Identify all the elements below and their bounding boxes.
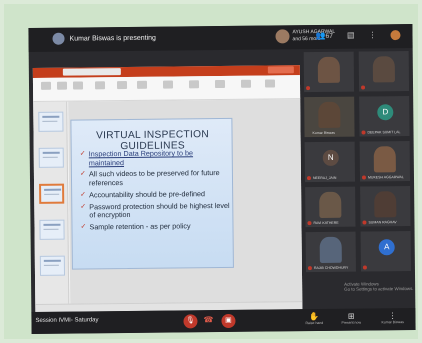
participant-name: NEERAJ_JAIN	[312, 175, 337, 181]
slide-bullet: Accountability should be pre-defined	[80, 189, 230, 200]
chat-icon[interactable]: ▤	[347, 31, 355, 41]
top-right-controls: 👥67 ▤ ⋮	[316, 30, 401, 41]
participant-grid: Kumar Biswas D DEEPAK SUMIT LAL N NEERAJ_J…	[303, 51, 416, 292]
participant-tile: RAVI KATHERE	[305, 186, 356, 228]
mic-muted-icon	[362, 265, 367, 270]
participant-tile	[303, 51, 355, 93]
participant-name: RAVI KATHERE	[313, 220, 339, 226]
slide-bullet: All such videos to be preserved for futu…	[80, 168, 230, 188]
slide-bullet: Password protection should be highest le…	[80, 200, 230, 220]
watermark-line2: Go to Settings to activate Windows.	[344, 286, 414, 292]
current-slide: VIRTUAL INSPECTION GUIDELINES Inspection…	[70, 117, 234, 270]
activate-windows-watermark: Activate Windows Go to Settings to activ…	[344, 281, 413, 292]
camera-off-button[interactable]: ▣	[221, 313, 236, 329]
participant-name: SUMAN RAGHAV	[368, 220, 397, 225]
ppt-tab	[62, 68, 121, 76]
ribbon-icon	[40, 81, 52, 90]
ribbon-icon	[240, 79, 252, 88]
more-options-label: Kumar Biswas	[381, 320, 404, 325]
meeting-window: Kumar Biswas is presenting AYUSH AGARWAL…	[28, 23, 416, 335]
mic-muted-icon	[306, 176, 312, 181]
slide-thumbnail-selected[interactable]	[39, 183, 65, 204]
participant-name: MUKESH AGGARWAL	[367, 175, 404, 180]
mic-muted-icon	[307, 221, 312, 226]
people-count: 67	[325, 32, 333, 40]
participant-tile: MUKESH AGGARWAL	[359, 141, 411, 182]
ribbon-icon	[162, 80, 174, 89]
participant-initial: A	[378, 239, 395, 256]
participant-photo	[374, 191, 397, 218]
meeting-top-bar: Kumar Biswas is presenting AYUSH AGARWAL…	[28, 23, 413, 53]
slide-bullet: Sample retention - as per policy	[80, 221, 230, 232]
present-now-label: Present now	[341, 320, 362, 325]
participant-name: RAJIB CHOWDHURY	[313, 265, 349, 271]
raise-hand-button[interactable]: ✋ Raise hand	[305, 312, 323, 325]
participant-name: Kumar Biswas	[312, 130, 335, 136]
participant-tile: SUMAN RAGHAV	[360, 186, 411, 227]
ribbon-icon	[56, 81, 68, 90]
participant-avatar	[275, 29, 290, 44]
ribbon-icon	[188, 80, 200, 89]
end-call-icon[interactable]: ☎	[203, 315, 213, 324]
mic-muted-icon	[361, 85, 366, 90]
slide-bullet: Inspection Data Repository to be maintai…	[80, 148, 230, 168]
participant-initial: D	[377, 104, 394, 121]
mic-muted-icon	[362, 220, 367, 225]
ribbon-icon	[136, 80, 148, 89]
ppt-tab-right	[267, 66, 294, 74]
ribbon-icon	[264, 79, 276, 88]
present-now-button[interactable]: ⊞ Present now	[341, 312, 361, 325]
slide-thumbnail[interactable]	[38, 111, 64, 132]
participant-video	[318, 101, 341, 128]
presenter-text: Kumar Biswas is presenting	[69, 34, 156, 43]
meeting-bottom-bar: Session IVMI- Saturday 🎙 ☎ ▣ ✋ Raise hand…	[31, 307, 416, 335]
mic-muted-icon	[306, 86, 311, 91]
participant-video	[317, 56, 340, 83]
session-label[interactable]: Session IVMI- Saturday	[35, 317, 98, 324]
ribbon-icon	[116, 80, 128, 90]
participant-tile: D DEEPAK SUMIT LAL	[359, 96, 410, 137]
participant-initial: N	[322, 149, 339, 166]
raise-hand-label: Raise hand	[305, 320, 324, 326]
participant-tile: A	[360, 231, 411, 272]
ribbon-icon	[72, 81, 84, 90]
more-options-button[interactable]: ⋮ Kumar Biswas	[381, 311, 404, 325]
mic-muted-icon	[361, 175, 367, 180]
slide-thumbnail[interactable]	[39, 219, 65, 240]
participant-photo	[373, 146, 396, 173]
user-avatar[interactable]	[390, 30, 401, 41]
mic-muted-icon	[307, 266, 312, 271]
participant-tile: Kumar Biswas	[304, 96, 355, 138]
presented-powerpoint-window: VIRTUAL INSPECTION GUIDELINES Inspection…	[32, 65, 303, 312]
ribbon-icon	[214, 79, 226, 89]
more-options-icon[interactable]: ⋮	[368, 30, 376, 40]
participant-video	[372, 56, 395, 83]
participant-tile: N NEERAJ_JAIN	[304, 141, 356, 183]
slide-bullets: Inspection Data Repository to be maintai…	[80, 148, 231, 235]
slide-thumbnails	[33, 101, 70, 304]
participant-photo	[319, 191, 342, 218]
mic-off-button[interactable]: 🎙	[183, 314, 198, 329]
participant-tile: RAJIB CHOWDHURY	[305, 231, 356, 273]
ribbon-icon	[94, 81, 106, 90]
mic-muted-icon	[361, 130, 366, 135]
people-count-icon[interactable]: 👥67	[316, 31, 333, 41]
slide-thumbnail[interactable]	[38, 147, 64, 168]
avatar-icon	[52, 32, 65, 45]
slide-thumbnail[interactable]	[39, 255, 66, 276]
participant-name: DEEPAK SUMIT LAL	[367, 130, 401, 135]
participant-tile	[358, 51, 410, 92]
presenter-banner: Kumar Biswas is presenting	[52, 32, 156, 45]
ppt-ribbon	[32, 75, 301, 102]
participant-photo	[319, 236, 342, 263]
